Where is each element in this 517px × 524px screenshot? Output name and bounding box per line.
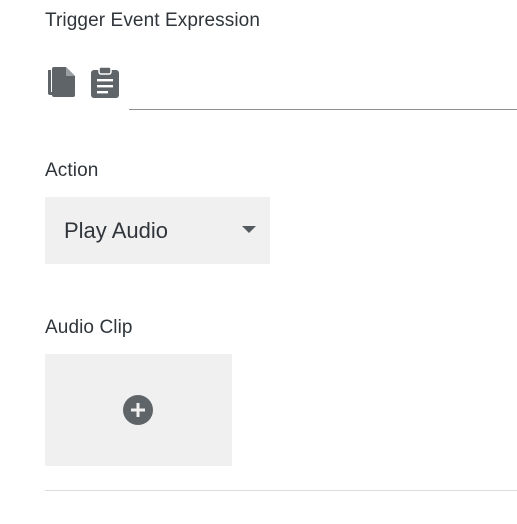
trigger-event-expression-label: Trigger Event Expression <box>45 10 261 31</box>
action-select[interactable]: Play Audio <box>45 197 270 264</box>
paste-button[interactable] <box>88 64 122 100</box>
chevron-down-icon <box>242 226 256 233</box>
copy-button[interactable] <box>44 64 78 100</box>
clipboard-icon <box>91 66 119 98</box>
copy-icon <box>48 67 75 97</box>
action-label: Action <box>45 160 99 181</box>
trigger-expression-input[interactable] <box>129 70 517 110</box>
trigger-settings-panel: Trigger Event Expression Action Play Aud… <box>0 0 517 524</box>
audio-clip-picker[interactable] <box>45 354 232 466</box>
section-divider <box>45 490 517 491</box>
add-circle-icon <box>123 395 153 425</box>
audio-clip-label: Audio Clip <box>45 317 133 338</box>
action-select-value: Play Audio <box>64 218 168 243</box>
